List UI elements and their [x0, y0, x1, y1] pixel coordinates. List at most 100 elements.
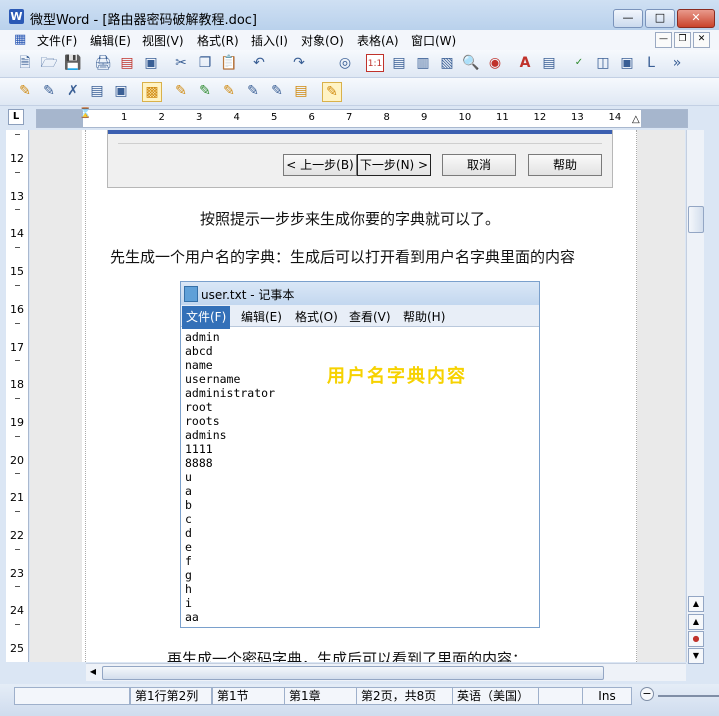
zoom-icon[interactable]: 🔍: [462, 54, 480, 72]
open-folder-icon[interactable]: 🗁: [40, 54, 58, 72]
indent-marker-icon[interactable]: ⌛: [79, 108, 91, 119]
horizontal-scrollbar[interactable]: ◀: [86, 663, 686, 681]
embedded-dialog-image: < 上一步(B) 下一步(N) > 取消 帮助: [107, 130, 613, 188]
style-icon[interactable]: ▤: [540, 54, 558, 72]
frame-icon[interactable]: ▣: [618, 54, 636, 72]
notepad-line: b: [185, 498, 192, 512]
notepad-line: abcd: [185, 344, 213, 358]
menu-file[interactable]: 文件(F): [37, 32, 77, 49]
eraser-icon[interactable]: ✎: [244, 82, 262, 100]
notepad-line: f: [185, 554, 192, 568]
save-icon[interactable]: 💾: [64, 54, 82, 72]
scroll-up-icon[interactable]: ▲: [688, 596, 704, 612]
cancel-button[interactable]: 取消: [442, 154, 516, 176]
print-icon[interactable]: 🖨: [94, 54, 112, 72]
spellcheck-icon[interactable]: ✓: [570, 54, 588, 72]
ruler-tick: [15, 473, 20, 475]
stamp-icon[interactable]: ✎: [172, 82, 190, 100]
pen-icon[interactable]: ✎: [196, 82, 214, 100]
doc-close-button[interactable]: ✕: [693, 32, 710, 48]
scroll-thumb[interactable]: [688, 206, 704, 233]
next-page-icon[interactable]: ▼: [688, 648, 704, 664]
undo-icon[interactable]: ↶: [250, 54, 268, 72]
pdf-icon[interactable]: ▤: [118, 54, 136, 72]
status-position: 第1行第2列: [130, 687, 212, 705]
prev-page-icon[interactable]: ▲: [688, 614, 704, 630]
menu-insert[interactable]: 插入(I): [251, 32, 288, 49]
outline-view-icon[interactable]: ▥: [414, 54, 432, 72]
notepad-menu-view[interactable]: 查看(V): [349, 308, 391, 325]
ruler-margin-right: [641, 110, 687, 127]
notepad-menu-file[interactable]: 文件(F): [182, 306, 231, 329]
menu-table[interactable]: 表格(A): [357, 32, 399, 49]
note-icon[interactable]: ✎: [322, 82, 342, 102]
cut-icon[interactable]: ✂: [172, 54, 190, 72]
prev-button[interactable]: < 上一步(B): [283, 154, 357, 176]
doc-restore-button[interactable]: ❐: [674, 32, 691, 48]
doc-minimize-button[interactable]: —: [655, 32, 672, 48]
clipboard-icon[interactable]: ▩: [142, 82, 162, 102]
highlighter-icon[interactable]: ✎: [220, 82, 238, 100]
notepad-icon: [184, 286, 198, 302]
page-view-icon[interactable]: 1:1: [366, 54, 384, 72]
edit-icon[interactable]: ✎: [16, 82, 34, 100]
find-icon[interactable]: ◎: [336, 54, 354, 72]
redo-icon[interactable]: ↷: [290, 54, 308, 72]
new-doc-icon[interactable]: 🗎: [16, 54, 34, 72]
horizontal-ruler[interactable]: ⌛ △ 1 2 3 4 5 6 7 8 9 10 11 12 13 14: [36, 108, 688, 128]
web-view-icon[interactable]: ▤: [390, 54, 408, 72]
zoom-slider[interactable]: −: [640, 687, 719, 701]
document-area[interactable]: < 上一步(B) 下一步(N) > 取消 帮助 按照提示一步步来生成你要的字典就…: [30, 130, 685, 662]
paragraph: 先生成一个用户名的字典：生成后可以打开看到用户名字典里面的内容: [110, 248, 576, 266]
word-app-icon[interactable]: W: [9, 9, 24, 24]
note-icon[interactable]: ▤: [292, 82, 310, 100]
markup-icon[interactable]: ✎: [268, 82, 286, 100]
help-button[interactable]: 帮助: [528, 154, 602, 176]
menu-window[interactable]: 窗口(W): [411, 32, 456, 49]
ruler-number: 16: [10, 302, 24, 316]
right-indent-icon[interactable]: △: [632, 114, 640, 125]
notepad-line: e: [185, 540, 192, 554]
ruler-tick: [15, 171, 20, 173]
notepad-menu-format[interactable]: 格式(O): [295, 308, 338, 325]
paragraph-icon[interactable]: L: [642, 54, 660, 72]
text-color-icon[interactable]: A: [516, 54, 534, 72]
scroll-thumb[interactable]: [102, 666, 604, 680]
copy-icon[interactable]: ❐: [196, 54, 214, 72]
zoom-track[interactable]: [658, 695, 719, 697]
menu-view[interactable]: 视图(V): [142, 32, 184, 49]
two-page-icon[interactable]: ▧: [438, 54, 456, 72]
ruler-number: 18: [10, 378, 24, 392]
menu-object[interactable]: 对象(O): [301, 32, 344, 49]
more-icon[interactable]: »: [668, 54, 686, 72]
notepad-title-bar: user.txt - 记事本: [181, 282, 539, 305]
menu-format[interactable]: 格式(R): [197, 32, 239, 49]
ruler-number: 19: [10, 415, 24, 429]
status-blank: [538, 687, 584, 705]
font-icon[interactable]: ◫: [594, 54, 612, 72]
reject-icon[interactable]: ▣: [112, 82, 130, 100]
maximize-button[interactable]: □: [645, 9, 675, 28]
zoom-out-icon[interactable]: −: [640, 687, 654, 701]
ruler-number: 8: [383, 112, 390, 123]
track-icon[interactable]: ✎: [40, 82, 58, 100]
notepad-menu-help[interactable]: 帮助(H): [403, 308, 445, 325]
vertical-ruler[interactable]: 12 13 14 15 16 17 18 19 20 21 22 23 24 25: [6, 130, 29, 662]
accept-icon[interactable]: ▤: [88, 82, 106, 100]
ruler-number: 17: [10, 340, 24, 354]
paste-icon[interactable]: 📋: [220, 54, 238, 72]
zoom-to-icon[interactable]: ◉: [486, 54, 504, 72]
print-preview-icon[interactable]: ▣: [142, 54, 160, 72]
next-button[interactable]: 下一步(N) >: [357, 154, 431, 176]
tab-selector[interactable]: L: [8, 109, 24, 125]
vertical-scrollbar[interactable]: ▲ ▲ ● ▼: [686, 130, 704, 664]
close-button[interactable]: ✕: [677, 9, 715, 28]
menu-edit[interactable]: 编辑(E): [90, 32, 131, 49]
minimize-button[interactable]: —: [613, 9, 643, 28]
notepad-menu-edit[interactable]: 编辑(E): [241, 308, 282, 325]
ruler-number: 2: [158, 112, 165, 123]
status-mode[interactable]: Ins: [582, 687, 632, 705]
select-browse-icon[interactable]: ●: [688, 631, 704, 647]
scroll-left-icon[interactable]: ◀: [86, 665, 100, 679]
insert-comment-icon[interactable]: ✗: [64, 82, 82, 100]
